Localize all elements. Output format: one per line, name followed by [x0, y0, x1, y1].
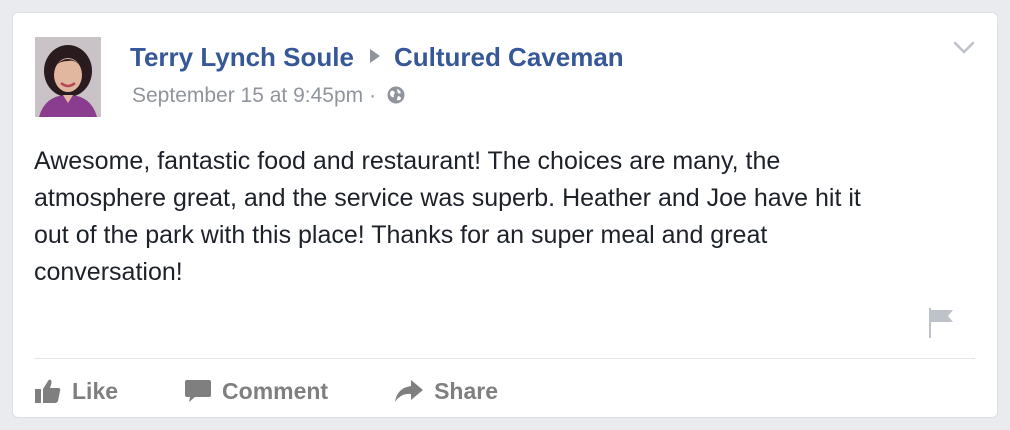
- thumbs-up-icon: [34, 378, 62, 404]
- author-avatar[interactable]: [35, 37, 101, 117]
- target-page-link[interactable]: Cultured Caveman: [394, 42, 624, 72]
- flag-icon[interactable]: [927, 307, 955, 344]
- post-meta: September 15 at 9:45pm ·: [132, 83, 406, 112]
- post-actions-bar: Like Comment Share: [34, 373, 564, 409]
- comment-bubble-icon: [184, 378, 212, 404]
- like-button[interactable]: Like: [34, 378, 118, 405]
- triangle-right-icon: [369, 49, 380, 63]
- post-timestamp-link[interactable]: September 15 at 9:45pm: [132, 84, 363, 107]
- share-arrow-icon: [394, 378, 424, 404]
- comment-button[interactable]: Comment: [184, 378, 328, 405]
- post-header: Terry Lynch Soule Cultured Caveman: [130, 42, 624, 72]
- avatar-photo-icon: [35, 37, 101, 117]
- post-body-text: Awesome, fantastic food and restaurant! …: [34, 147, 861, 286]
- globe-icon[interactable]: [386, 85, 406, 112]
- meta-separator: ·: [369, 84, 377, 107]
- author-name-link[interactable]: Terry Lynch Soule: [130, 42, 354, 72]
- share-label: Share: [434, 377, 499, 404]
- share-button[interactable]: Share: [394, 378, 498, 405]
- comment-label: Comment: [222, 377, 329, 404]
- actions-divider: [34, 358, 975, 359]
- post-card: Terry Lynch Soule Cultured Caveman Septem…: [12, 12, 998, 418]
- chevron-down-icon[interactable]: [953, 41, 975, 60]
- like-label: Like: [72, 377, 119, 404]
